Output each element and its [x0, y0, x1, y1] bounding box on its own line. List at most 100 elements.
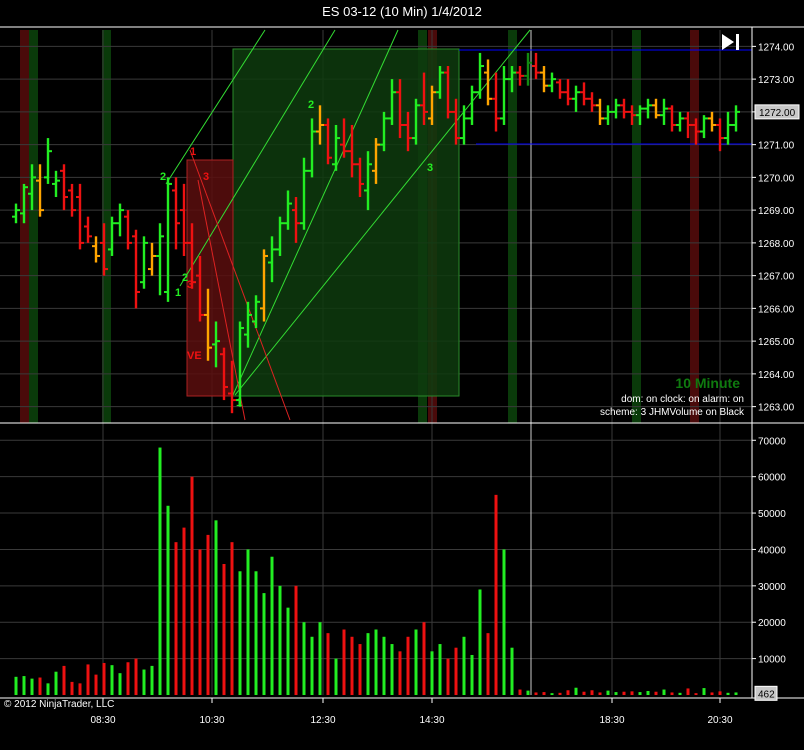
volume-bar	[422, 622, 426, 695]
chart-canvas[interactable]: 1263.00 1264.00 1265.00 1266.00 1267.00 1268.…	[0, 0, 804, 750]
volume-bar	[390, 644, 394, 695]
volume-bar	[398, 651, 402, 695]
volume-tick-label: 30000	[758, 582, 786, 593]
volume-bar	[478, 589, 482, 695]
volume-bar	[446, 658, 450, 695]
volume-bar	[518, 689, 522, 695]
price-tick-label: 1271.00	[758, 141, 795, 152]
price-tick-label: 1265.00	[758, 337, 795, 348]
volume-bar	[462, 636, 466, 695]
time-tick-label: 10:30	[199, 715, 224, 726]
volume-bar	[358, 644, 362, 695]
volume-tick-label: 50000	[758, 509, 786, 520]
volume-bar	[590, 690, 594, 695]
volume-bar	[718, 691, 722, 695]
volume-bar	[622, 691, 626, 695]
volume-bar	[366, 633, 370, 695]
volume-bar	[150, 665, 154, 695]
time-tick-label: 08:30	[90, 715, 115, 726]
volume-bar	[542, 692, 546, 695]
volume-bar	[614, 692, 618, 695]
time-tick-label: 18:30	[599, 715, 624, 726]
current-volume-label: 462	[758, 689, 775, 700]
volume-bar	[70, 681, 74, 695]
volume-bar	[14, 676, 18, 695]
volume-bar	[582, 691, 586, 695]
volume-bar	[502, 549, 506, 695]
volume-bar	[534, 692, 538, 695]
volume-bar	[222, 564, 226, 695]
price-tick-label: 1270.00	[758, 173, 795, 184]
volume-bar	[102, 662, 106, 695]
volume-bar	[214, 520, 218, 695]
scheme-line: scheme: 3 JHMVolume on Black	[600, 407, 745, 418]
volume-bar	[134, 658, 138, 695]
volume-bar	[262, 593, 266, 695]
volume-tick-label: 60000	[758, 473, 786, 484]
volume-bar	[62, 665, 66, 695]
volume-bar	[334, 658, 338, 695]
volume-bar	[278, 585, 282, 695]
volume-tick-label: 70000	[758, 436, 786, 447]
volume-bar	[182, 527, 186, 695]
shade-band	[690, 30, 699, 423]
volume-bar	[638, 692, 642, 695]
volume-bar	[550, 693, 554, 695]
volume-bar	[654, 691, 658, 695]
volume-bar	[470, 654, 474, 695]
volume-bar	[670, 692, 674, 695]
volume-bar	[86, 664, 90, 695]
volume-bar	[606, 690, 610, 695]
price-tick-label: 1274.00	[758, 42, 795, 53]
volume-tick-label: 40000	[758, 545, 786, 556]
wave-label: 3	[203, 171, 209, 183]
volume-bar	[238, 571, 242, 695]
wave-label: 2	[308, 99, 314, 111]
volume-bar	[318, 622, 322, 695]
volume-bar	[158, 447, 162, 695]
wave-label: 1	[190, 146, 196, 158]
volume-bar	[270, 556, 274, 695]
shade-band	[632, 30, 641, 423]
wave-label: 1	[236, 397, 242, 409]
volume-bar	[46, 683, 50, 695]
volume-bar	[630, 691, 634, 695]
volume-bar	[294, 585, 298, 695]
volume-bar	[414, 629, 418, 695]
volume-bar	[510, 647, 514, 695]
shade-band	[29, 30, 38, 423]
volume-bar	[486, 633, 490, 695]
volume-bar	[686, 688, 690, 695]
volume-bar	[246, 549, 250, 695]
volume-bar	[166, 505, 170, 695]
volume-bar	[526, 690, 530, 695]
volume-bar	[558, 692, 562, 695]
price-tick-label: 1264.00	[758, 370, 795, 381]
volume-bar	[254, 571, 258, 695]
time-tick-label: 14:30	[419, 715, 444, 726]
wave-label: 3	[187, 279, 193, 291]
volume-bar	[142, 669, 146, 695]
price-tick-label: 1268.00	[758, 239, 795, 250]
volume-bar	[54, 671, 58, 695]
volume-bar	[190, 476, 194, 695]
current-price-label: 1272.00	[759, 108, 796, 119]
volume-bar	[374, 629, 378, 695]
price-tick-label: 1273.00	[758, 75, 795, 86]
volume-bar	[230, 542, 234, 695]
volume-bar	[174, 542, 178, 695]
time-tick-label: 20:30	[707, 715, 732, 726]
volume-bar	[350, 636, 354, 695]
volume-bar	[206, 534, 210, 695]
volume-bar	[38, 677, 42, 695]
price-tick-label: 1269.00	[758, 206, 795, 217]
volume-bar	[310, 636, 314, 695]
volume-bar	[678, 692, 682, 695]
wave-label: VE	[187, 350, 202, 362]
volume-bar	[126, 662, 130, 695]
volume-bar	[438, 644, 442, 695]
volume-bar	[726, 692, 730, 695]
volume-bar	[710, 692, 714, 695]
volume-tick-label: 10000	[758, 655, 786, 666]
wave-label: 2	[160, 171, 166, 183]
